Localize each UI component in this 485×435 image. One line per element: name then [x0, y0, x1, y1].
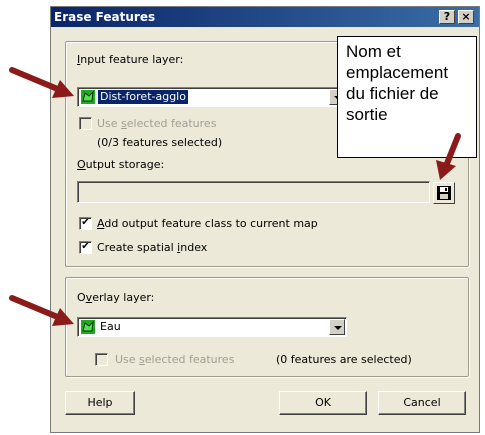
floppy-disk-icon: [437, 186, 451, 200]
dialog-title: Erase Features: [54, 10, 156, 24]
polygon-layer-icon: [81, 90, 95, 104]
callout-line-3: du fichier de: [346, 84, 439, 103]
overlay-layer-value: Eau: [100, 320, 121, 333]
overlay-layer-combo[interactable]: Eau: [77, 317, 347, 337]
overlay-selected-count: (0 features are selected): [276, 353, 412, 366]
help-button[interactable]: Help: [65, 391, 135, 415]
callout-line-1: Nom et: [346, 42, 401, 61]
ok-button[interactable]: OK: [279, 391, 367, 415]
callout-line-4: sortie: [346, 105, 388, 124]
cancel-button[interactable]: Cancel: [378, 391, 466, 415]
arrow-icon: [436, 133, 461, 180]
chevron-down-icon[interactable]: [329, 319, 345, 335]
overlay-use-selected-label: Use selected features: [115, 353, 235, 366]
spatial-index-label: Create spatial index: [97, 241, 208, 254]
help-title-button[interactable]: ?: [439, 10, 455, 24]
overlay-use-selected-checkbox[interactable]: [95, 353, 108, 366]
title-bar: Erase Features ? ×: [51, 7, 479, 27]
close-button[interactable]: ×: [458, 10, 474, 24]
add-output-label: Add output feature class to current map: [97, 217, 318, 230]
input-layer-value: Dist-foret-agglo: [97, 89, 189, 105]
output-storage-label: Output storage:: [77, 158, 165, 171]
input-use-selected-checkbox[interactable]: [79, 117, 92, 130]
add-output-checkbox[interactable]: ✔: [79, 217, 92, 230]
overlay-layer-label: Overlay layer:: [77, 291, 155, 304]
polygon-layer-icon: [81, 320, 95, 334]
arrow-icon: [9, 295, 74, 326]
input-use-selected-label: Use selected features: [97, 117, 217, 130]
output-storage-field[interactable]: [77, 181, 430, 203]
callout-line-2: emplacement: [346, 63, 449, 82]
input-layer-combo[interactable]: Dist-foret-agglo: [77, 87, 347, 107]
input-layer-label: Input feature layer:: [77, 53, 184, 66]
arrow-icon: [9, 67, 74, 98]
input-selected-count: (0/3 features selected): [97, 136, 223, 149]
spatial-index-checkbox[interactable]: ✔: [79, 241, 92, 254]
save-output-button[interactable]: [433, 182, 455, 204]
